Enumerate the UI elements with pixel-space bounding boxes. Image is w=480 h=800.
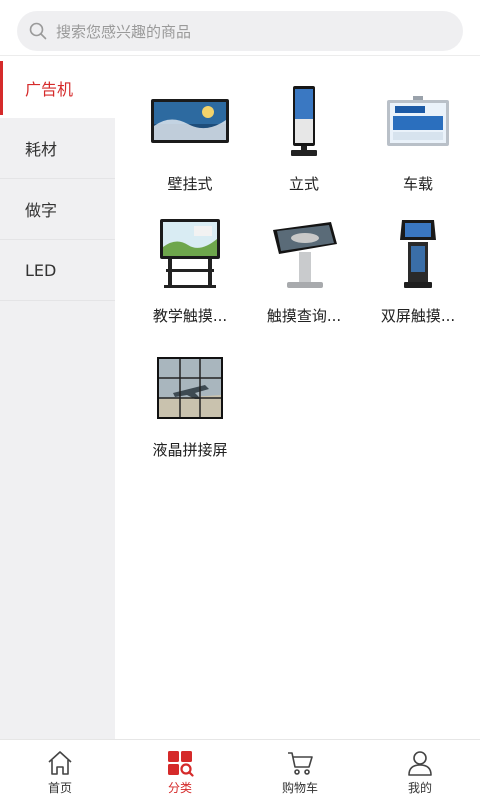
sidebar-item-ad-machine[interactable]: 广告机 bbox=[0, 57, 115, 118]
teaching-touch-display-icon bbox=[145, 213, 235, 295]
sidebar-item-label: 耗材 bbox=[25, 140, 58, 159]
wall-mount-display-icon bbox=[145, 81, 235, 163]
search-icon bbox=[29, 22, 47, 40]
grid-item-touch-query[interactable]: 触摸查询... bbox=[247, 213, 361, 326]
grid-item-label: 立式 bbox=[288, 175, 319, 193]
cart-icon bbox=[288, 752, 313, 775]
grid-item-dual-screen[interactable]: 双屏触摸... bbox=[361, 213, 475, 326]
sidebar-item-consumables[interactable]: 耗材 bbox=[0, 118, 115, 179]
tab-label: 我的 bbox=[407, 781, 432, 795]
grid-item-label: 液晶拼接屏 bbox=[152, 441, 228, 459]
sidebar-item-lettering[interactable]: 做字 bbox=[0, 179, 115, 240]
touch-query-kiosk-icon bbox=[259, 213, 349, 295]
user-icon bbox=[408, 751, 432, 776]
sidebar-item-label: 广告机 bbox=[25, 79, 74, 99]
tab-label: 分类 bbox=[167, 781, 192, 795]
grid-item-standing[interactable]: 立式 bbox=[247, 81, 361, 194]
sidebar-item-led[interactable]: LED bbox=[0, 240, 115, 301]
standing-kiosk-icon bbox=[259, 81, 349, 163]
grid-item-label: 教学触摸... bbox=[152, 307, 228, 325]
search-placeholder: 搜索您感兴趣的商品 bbox=[56, 22, 192, 41]
grid-item-label: 壁挂式 bbox=[167, 175, 213, 193]
grid-item-lcd-video-wall[interactable]: 液晶拼接屏 bbox=[133, 347, 247, 460]
tab-label: 首页 bbox=[47, 781, 72, 795]
grid-item-vehicle[interactable]: 车载 bbox=[361, 81, 475, 194]
sidebar-item-label: 做字 bbox=[25, 201, 58, 220]
grid-item-label: 双屏触摸... bbox=[380, 307, 456, 325]
tab-profile[interactable]: 我的 bbox=[360, 740, 480, 800]
lcd-video-wall-icon bbox=[145, 347, 235, 429]
grid-item-label: 车载 bbox=[402, 175, 433, 193]
vehicle-display-icon bbox=[373, 81, 463, 163]
dual-screen-kiosk-icon bbox=[373, 213, 463, 295]
home-icon bbox=[48, 751, 72, 775]
header: 搜索您感兴趣的商品 bbox=[0, 0, 480, 56]
category-icon bbox=[168, 751, 194, 777]
tab-label: 购物车 bbox=[281, 781, 318, 795]
bottom-tab-bar: 首页 分类 购物车 我的 bbox=[0, 739, 480, 800]
grid-item-teaching-touch[interactable]: 教学触摸... bbox=[133, 213, 247, 326]
grid-item-label: 触摸查询... bbox=[266, 307, 342, 325]
tab-home[interactable]: 首页 bbox=[0, 740, 120, 800]
sidebar-item-label: LED bbox=[25, 260, 57, 280]
search-bar[interactable]: 搜索您感兴趣的商品 bbox=[17, 11, 463, 51]
tab-category[interactable]: 分类 bbox=[120, 740, 240, 800]
grid-item-wall-mount[interactable]: 壁挂式 bbox=[133, 81, 247, 194]
category-sidebar: 广告机 耗材 做字 LED bbox=[0, 57, 115, 739]
tab-cart[interactable]: 购物车 bbox=[240, 740, 360, 800]
subcategory-grid: 壁挂式 立式 车载 教学触摸... 触摸查询... 双屏触摸... 液晶拼接屏 bbox=[115, 57, 480, 739]
